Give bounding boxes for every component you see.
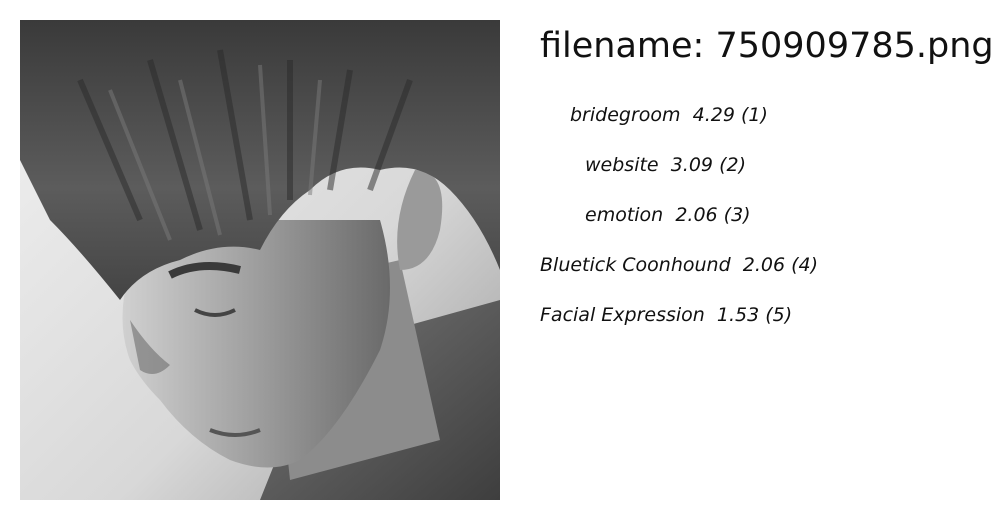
- prediction-list: bridegroom 4.29 (1) website 3.09 (2) emo…: [540, 0, 980, 520]
- prediction-item: Bluetick Coonhound 2.06 (4): [540, 252, 818, 278]
- face-photo: [20, 20, 500, 500]
- prediction-item: Facial Expression 1.53 (5): [540, 302, 792, 328]
- prediction-label: website: [585, 154, 659, 176]
- prediction-score: 1.53: [716, 304, 760, 326]
- prediction-label: Facial Expression: [540, 304, 705, 326]
- prediction-label: bridegroom: [570, 104, 681, 126]
- prediction-score: 2.06: [675, 204, 718, 226]
- prediction-rank: (1): [740, 104, 768, 126]
- prediction-score: 4.29: [692, 104, 735, 126]
- prediction-item: bridegroom 4.29 (1): [570, 102, 768, 128]
- face-photo-illustration: [20, 20, 500, 500]
- prediction-rank: (3): [723, 204, 751, 226]
- prediction-item: website 3.09 (2): [585, 152, 746, 178]
- prediction-rank: (2): [719, 154, 746, 176]
- prediction-rank: (5): [765, 304, 793, 326]
- prediction-label: emotion: [585, 204, 664, 226]
- prediction-score: 3.09: [670, 154, 714, 176]
- prediction-rank: (4): [791, 254, 819, 276]
- prediction-item: emotion 2.06 (3): [585, 202, 751, 228]
- prediction-score: 2.06: [742, 254, 786, 276]
- prediction-label: Bluetick Coonhound: [540, 254, 731, 276]
